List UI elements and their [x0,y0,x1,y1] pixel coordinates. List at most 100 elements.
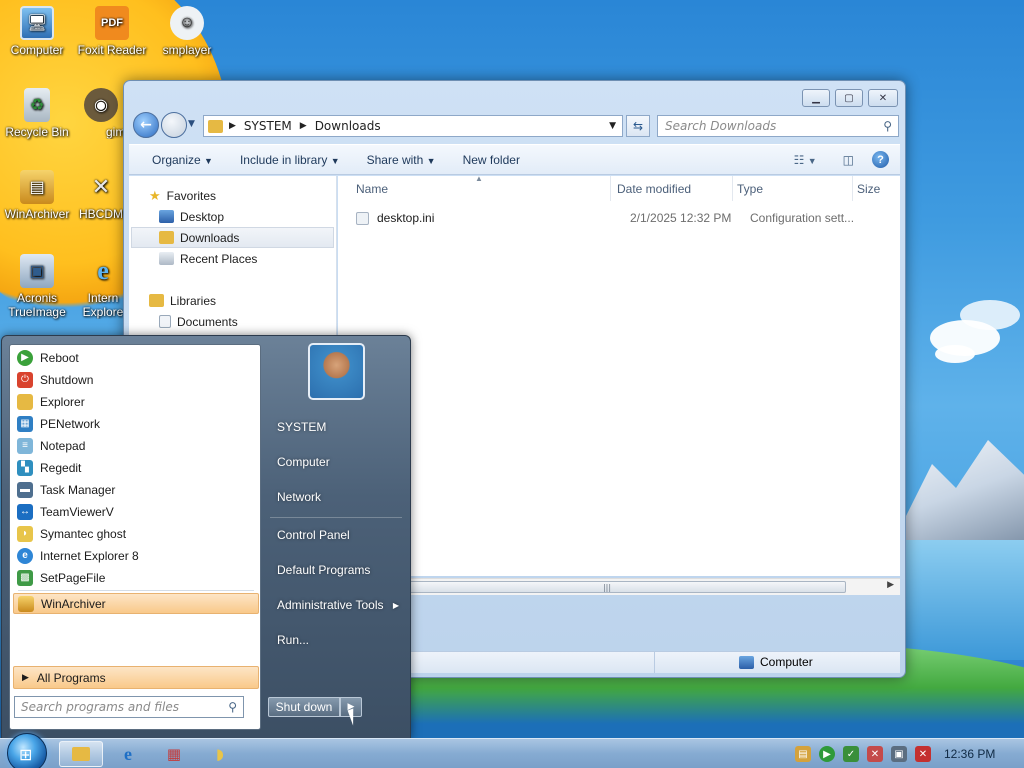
taskbar: ⊞ e ▦ ◗ ▤ ▶ ✓ ✕ ▣ ✕ 12:36 PM [0,733,1024,768]
computer-icon [739,655,754,669]
desktop-icon-recycle-bin[interactable]: ♻ Recycle Bin [1,88,73,139]
organize-button[interactable]: Organize ▼ [148,150,217,170]
taskbar-symantec-ghost[interactable]: ◗ [198,741,242,767]
program-item-notepad[interactable]: ≡ Notepad [13,435,259,456]
share-with-button[interactable]: Share with ▼ [363,150,440,170]
desktop-icon-gimp[interactable]: ◉ gimp [76,88,126,139]
search-icon: ⚲ [883,119,892,133]
back-button[interactable]: ← [133,112,159,138]
start-search-input[interactable]: Search programs and files ⚲ [14,696,244,718]
wallpaper-cloud [935,345,975,363]
address-dropdown-icon[interactable]: ▼ [609,121,616,131]
notepad-icon: ≡ [17,437,33,454]
tray-winarchiver-icon[interactable]: ▤ [795,746,811,762]
start-item-control-panel[interactable]: Control Panel [270,522,405,548]
column-name[interactable]: Name [352,176,611,201]
start-item-computer[interactable]: Computer [270,449,405,475]
desktop-icon-acronis[interactable]: ▣ Acronis TrueImage [1,254,73,319]
column-size[interactable]: Size [853,176,900,201]
breadcrumb-system[interactable]: SYSTEM [244,119,292,133]
start-item-default-programs[interactable]: Default Programs [270,557,405,583]
wallpaper-cloud [960,300,1020,330]
program-item-explorer[interactable]: Explorer [13,391,259,412]
desktop-icon-hbcdm[interactable]: ✕ HBCDM [76,170,126,221]
taskbar-explorer[interactable] [59,741,103,767]
minimize-icon: ▁ [812,92,820,104]
program-item-teamviewer[interactable]: ↔ TeamViewerV [13,501,259,522]
program-item-reboot[interactable]: ▶ Reboot [13,347,259,368]
nav-downloads[interactable]: Downloads [131,227,334,248]
nav-libraries[interactable]: Libraries [149,290,352,311]
program-item-penetwork[interactable]: ▦ PENetwork [13,413,259,434]
nav-documents[interactable]: Documents [159,311,362,332]
start-item-network[interactable]: Network [270,484,405,510]
breadcrumb-downloads[interactable]: Downloads [315,119,381,133]
help-icon: ? [877,153,884,166]
acronis-icon: ▣ [20,254,54,288]
tray-tool-icon[interactable]: ✕ [867,746,883,762]
folder-icon [208,119,223,133]
start-item-administrative-tools[interactable]: Administrative Tools ▶ [270,592,405,618]
column-date-modified[interactable]: Date modified [613,176,733,201]
program-item-internet-explorer[interactable]: e Internet Explorer 8 [13,545,259,566]
file-type: Configuration sett... [750,211,855,225]
desktop-icon-computer[interactable]: 🖥 Computer [1,6,73,57]
scrollbar-thumb[interactable]: ||| [368,581,846,593]
help-button[interactable]: ? [872,151,889,168]
taskbar-pinned-app[interactable]: ▦ [152,741,196,767]
tray-security-icon[interactable]: ✓ [843,746,859,762]
minimize-button[interactable]: ▁ [802,89,830,107]
user-avatar[interactable] [308,343,365,400]
search-input[interactable]: Search Downloads ⚲ [657,115,899,137]
tray-media-icon[interactable]: ▶ [819,746,835,762]
desktop-icon-smplayer[interactable]: ☺ smplayer [151,6,223,57]
column-type[interactable]: Type [733,176,853,201]
recent-places-icon [159,252,174,265]
scroll-right-arrow-icon[interactable]: ▶ [887,580,894,590]
regedit-icon: ▚ [17,459,33,476]
file-name: desktop.ini [377,211,435,225]
horizontal-scrollbar[interactable]: ||| ▶ [338,578,900,595]
new-folder-button[interactable]: New folder [459,150,524,170]
ie-icon: e [97,256,109,285]
tray-volume-muted-icon[interactable]: ✕ [915,746,931,762]
desktop-icon-internet-explorer[interactable]: e Intern Explore [80,254,126,319]
smplayer-icon: ☺ [170,6,204,40]
all-programs-button[interactable]: ▶ All Programs [13,666,259,689]
close-button[interactable]: ✕ [868,89,898,107]
program-item-task-manager[interactable]: ▬ Task Manager [13,479,259,500]
program-item-winarchiver[interactable]: WinArchiver [13,593,259,614]
refresh-button[interactable]: ⇆ [626,115,650,137]
nav-recent-places[interactable]: Recent Places [159,248,362,269]
desktop-icon-winarchiver[interactable]: ▤ WinArchiver [1,170,73,221]
file-row[interactable]: desktop.ini 2/1/2025 12:32 PM Configurat… [356,208,896,228]
wallpaper-water [894,540,1024,660]
breadcrumb-arrow-icon: ▶ [229,121,236,131]
recent-pages-dropdown[interactable]: ▼ [188,119,195,129]
nav-desktop[interactable]: Desktop [159,206,362,227]
chevron-down-icon: ▼ [330,155,340,166]
command-bar: Organize ▼ Include in library ▼ Share wi… [129,144,900,175]
shut-down-button[interactable]: Shut down [268,697,340,717]
ghost-icon: ◗ [216,745,224,763]
network-icon: ▦ [166,745,182,763]
preview-pane-button[interactable]: ◫ [843,153,854,167]
program-item-symantec-ghost[interactable]: ◗ Symantec ghost [13,523,259,544]
maximize-button[interactable]: ▢ [835,89,863,107]
desktop-icon-foxit-reader[interactable]: PDF Foxit Reader [76,6,148,57]
view-options-button[interactable]: ☷ ▼ [794,153,817,167]
taskbar-internet-explorer[interactable]: e [106,741,150,767]
address-bar[interactable]: ▶ SYSTEM ▶ Downloads ▼ [203,115,623,137]
program-item-setpagefile[interactable]: ▩ SetPageFile [13,567,259,588]
program-item-regedit[interactable]: ▚ Regedit [13,457,259,478]
forward-button[interactable] [161,112,187,138]
nav-favorites[interactable]: ★ Favorites [149,185,352,206]
include-in-library-button[interactable]: Include in library ▼ [236,150,344,170]
tray-network-icon[interactable]: ▣ [891,746,907,762]
taskbar-clock[interactable]: 12:36 PM [944,747,995,761]
star-icon: ★ [149,187,161,203]
program-item-shutdown[interactable]: ⏻ Shutdown [13,369,259,390]
start-button[interactable]: ⊞ [7,733,47,768]
start-item-user-folder[interactable]: SYSTEM [270,414,405,440]
start-item-run[interactable]: Run... [270,627,405,653]
